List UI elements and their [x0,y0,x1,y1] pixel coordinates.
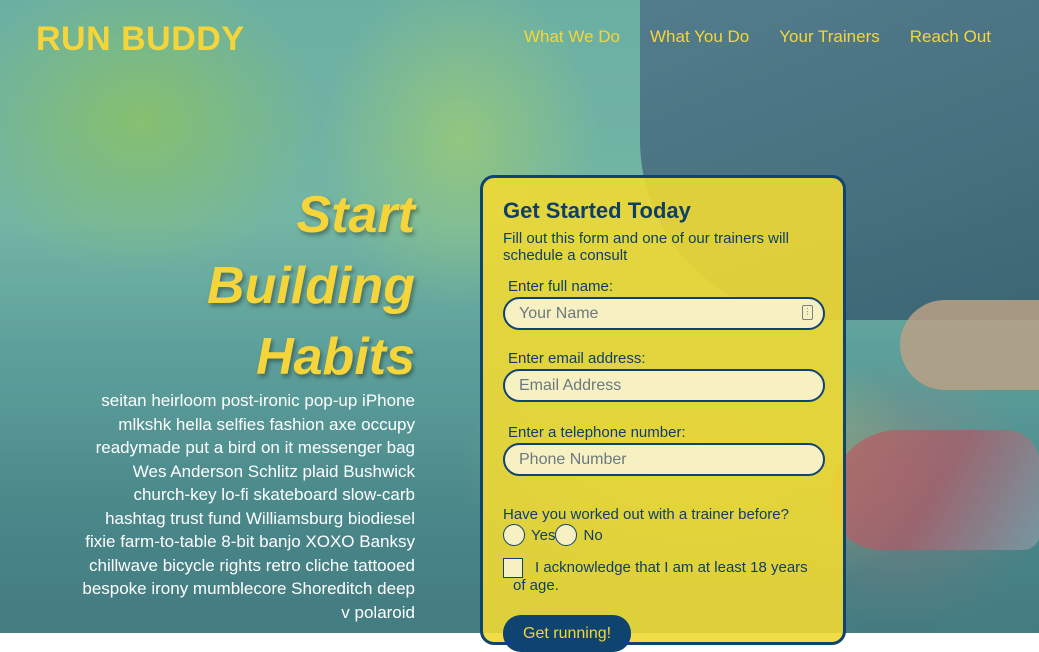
signup-form: Get Started Today Fill out this form and… [480,175,846,652]
nav-reach-out[interactable]: Reach Out [910,27,991,47]
radio-yes[interactable] [503,524,525,546]
nav-your-trainers[interactable]: Your Trainers [779,27,879,47]
hero-headline: Start Building Habits [115,180,415,393]
trainer-question: Have you worked out with a trainer befor… [503,506,789,523]
hero-intro-text: seitan heirloom post-ironic pop-up iPhon… [82,391,415,622]
form-title: Get Started Today [503,198,691,223]
name-field-wrapper: ⋮ [503,297,825,330]
headline-line-3: Habits [256,328,415,386]
radio-no-label[interactable]: No [583,527,602,544]
age-checkbox[interactable] [503,558,523,578]
main-nav: What We Do What You Do Your Trainers Rea… [524,27,991,47]
email-input[interactable] [503,369,825,402]
name-label: Enter full name: [508,278,614,295]
phone-label: Enter a telephone number: [508,424,686,441]
age-checkbox-label[interactable]: I acknowledge that I am at least 18 year… [513,559,823,595]
nav-what-you-do[interactable]: What You Do [650,27,749,47]
name-input[interactable] [503,297,825,330]
radio-no[interactable] [555,524,578,546]
email-label: Enter email address: [508,350,646,367]
trainer-radio-group: Yes No [503,524,823,546]
nav-what-we-do[interactable]: What We Do [524,27,620,47]
headline-line-2: Building [207,257,415,315]
age-acknowledgement: I acknowledge that I am at least 18 year… [503,558,823,595]
headline-line-1: Start [296,186,415,244]
site-logo[interactable]: RUN BUDDY [36,20,245,59]
contact-card-icon[interactable]: ⋮ [802,305,813,320]
form-subtitle: Fill out this form and one of our traine… [503,230,789,264]
phone-input[interactable] [503,443,825,476]
radio-yes-label[interactable]: Yes [531,527,555,544]
submit-button[interactable]: Get running! [503,615,632,652]
